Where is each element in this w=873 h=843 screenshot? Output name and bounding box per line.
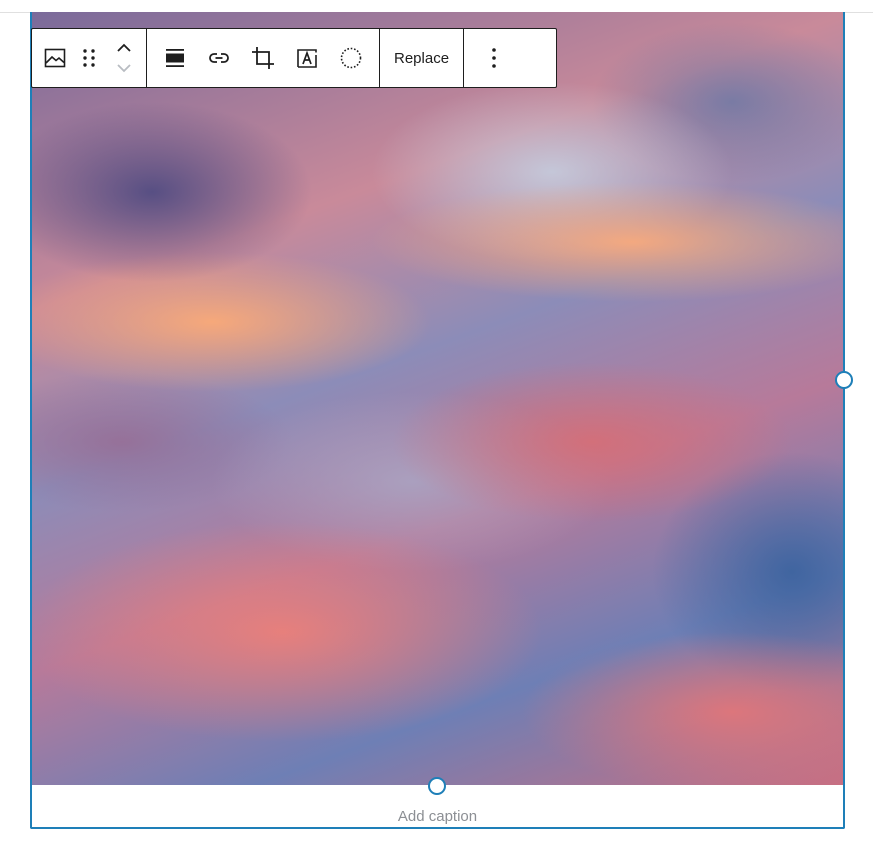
block-toolbar: Replace	[31, 28, 557, 88]
more-options-button[interactable]	[464, 29, 524, 87]
align-button[interactable]	[153, 29, 197, 87]
toolbar-group-block	[32, 29, 147, 87]
link-icon	[209, 53, 229, 63]
drag-handle-icon	[83, 49, 95, 67]
duotone-icon	[340, 47, 362, 69]
image-block[interactable]	[30, 12, 845, 829]
crop-icon	[252, 47, 274, 69]
toolbar-group-tools	[147, 29, 380, 87]
move-down-button[interactable]	[112, 60, 136, 76]
crop-button[interactable]	[241, 29, 285, 87]
link-button[interactable]	[197, 29, 241, 87]
block-mover	[106, 29, 142, 87]
text-overlay-button[interactable]	[285, 29, 329, 87]
replace-button[interactable]: Replace	[380, 29, 463, 87]
move-up-button[interactable]	[112, 40, 136, 56]
move-up-icon	[117, 43, 131, 52]
align-icon	[166, 49, 184, 67]
sunset-clouds-image[interactable]	[32, 12, 843, 785]
toolbar-group-more	[464, 29, 524, 87]
more-options-icon	[492, 48, 496, 68]
drag-handle-button[interactable]	[72, 29, 106, 87]
resize-handle-right[interactable]	[835, 371, 853, 389]
image-block-icon	[44, 48, 66, 68]
toolbar-group-replace: Replace	[380, 29, 465, 87]
caption-input[interactable]: Add caption	[30, 806, 845, 828]
duotone-button[interactable]	[329, 29, 373, 87]
text-overlay-icon	[297, 49, 317, 68]
move-down-icon	[117, 64, 131, 73]
resize-handle-bottom[interactable]	[428, 777, 446, 795]
image-block-button[interactable]	[38, 29, 72, 87]
